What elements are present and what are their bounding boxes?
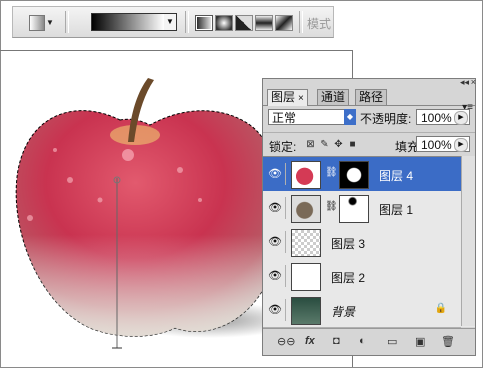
lock-all-icon[interactable]: ■ bbox=[347, 139, 358, 150]
layer-row[interactable]: 👁 背景 🔒 bbox=[263, 293, 461, 328]
blend-mode-value: 正常 bbox=[272, 111, 297, 125]
visibility-eye-icon[interactable]: 👁 bbox=[265, 265, 286, 287]
layer-row[interactable]: 👁 图层 2 bbox=[263, 259, 461, 294]
lock-pixels-icon[interactable]: ✎ bbox=[319, 139, 330, 150]
tab-layers[interactable]: 图层 × bbox=[267, 89, 308, 106]
panel-titlebar[interactable]: ◂◂ × bbox=[263, 77, 476, 89]
water-drop bbox=[122, 149, 134, 161]
tab-label: 通道 bbox=[321, 90, 346, 104]
tab-close-icon[interactable]: × bbox=[298, 93, 304, 104]
tab-label: 路径 bbox=[359, 90, 384, 104]
opacity-label: 不透明度: bbox=[360, 112, 412, 126]
blend-row: 正常 ◆ 不透明度: 100% ▶ bbox=[263, 106, 475, 128]
tab-paths[interactable]: 路径 bbox=[355, 89, 388, 105]
fill-value: 100% bbox=[421, 138, 452, 152]
lock-position-icon[interactable]: ✥ bbox=[333, 139, 344, 150]
water-drop bbox=[177, 167, 183, 173]
layer-thumbnail bbox=[291, 161, 321, 189]
delete-layer-icon[interactable]: 🗑 bbox=[441, 335, 455, 348]
opacity-value: 100% bbox=[421, 111, 452, 125]
layer-thumbnail bbox=[291, 229, 321, 257]
visibility-eye-icon[interactable]: 👁 bbox=[265, 163, 286, 185]
layer-name: 图层 3 bbox=[331, 237, 366, 251]
water-drop bbox=[67, 177, 73, 183]
layers-panel: ◂◂ × 图层 × 通道 路径 ▾≡ 正常 ◆ 不透明度: 100% ▶ 锁定: … bbox=[262, 77, 476, 356]
water-drop bbox=[53, 148, 57, 152]
select-arrow-icon[interactable]: ◆ bbox=[344, 109, 356, 125]
layers-list: 👁 ⛓ 图层 4 👁 ⛓ 图层 1 👁 图层 3 👁 图层 2 👁 背景 🔒 bbox=[263, 156, 475, 328]
lock-label: 锁定: bbox=[269, 140, 297, 154]
link-layers-icon[interactable]: ⊖⊖ bbox=[277, 335, 295, 348]
fill-field[interactable]: 100% ▶ bbox=[416, 136, 470, 152]
adjustment-layer-icon[interactable]: ◐ bbox=[359, 335, 366, 347]
fill-slider-icon[interactable]: ▶ bbox=[454, 138, 468, 152]
layer-name: 图层 4 bbox=[379, 169, 414, 183]
tab-label: 图层 bbox=[271, 90, 296, 104]
layer-thumbnail bbox=[291, 263, 321, 291]
layer-name: 背景 bbox=[331, 305, 356, 319]
link-chain-icon[interactable]: ⛓ bbox=[325, 167, 338, 181]
lock-icon: 🔒 bbox=[434, 303, 447, 314]
fx-icon[interactable]: fx bbox=[305, 335, 315, 347]
blend-mode-select[interactable]: 正常 ◆ bbox=[268, 109, 356, 125]
panel-footer: ⊖⊖ fx ◘ ◐ ▭ ▣ 🗑 bbox=[263, 328, 475, 355]
add-mask-icon[interactable]: ◘ bbox=[333, 335, 340, 347]
layers-scrollbar[interactable] bbox=[461, 156, 475, 326]
lock-row: 锁定: ⊠ ✎ ✥ ■ 填充: 100% ▶ bbox=[263, 132, 475, 154]
new-layer-icon[interactable]: ▣ bbox=[415, 335, 425, 348]
opacity-slider-icon[interactable]: ▶ bbox=[454, 111, 468, 125]
layer-mask-thumbnail[interactable] bbox=[339, 161, 369, 189]
collapse-icon[interactable]: ◂◂ bbox=[460, 77, 469, 88]
layer-thumbnail bbox=[291, 195, 321, 223]
layer-row[interactable]: 👁 ⛓ 图层 1 bbox=[263, 191, 461, 226]
lock-transparency-icon[interactable]: ⊠ bbox=[305, 139, 316, 150]
tab-channels[interactable]: 通道 bbox=[317, 89, 350, 105]
layer-name: 图层 1 bbox=[379, 203, 414, 217]
water-drop bbox=[97, 197, 103, 203]
panel-tabs: 图层 × 通道 路径 ▾≡ bbox=[263, 89, 475, 113]
layer-row[interactable]: 👁 ⛓ 图层 4 bbox=[263, 157, 461, 192]
water-drop bbox=[198, 198, 202, 202]
layer-row[interactable]: 👁 图层 3 bbox=[263, 225, 461, 260]
link-chain-icon[interactable]: ⛓ bbox=[325, 201, 338, 215]
opacity-field[interactable]: 100% ▶ bbox=[416, 109, 470, 125]
water-drop bbox=[27, 215, 33, 221]
visibility-eye-icon[interactable]: 👁 bbox=[265, 197, 286, 219]
visibility-eye-icon[interactable]: 👁 bbox=[265, 299, 286, 321]
layer-name: 图层 2 bbox=[331, 271, 366, 285]
layer-mask-thumbnail[interactable] bbox=[339, 195, 369, 223]
layer-thumbnail bbox=[291, 297, 321, 325]
close-icon[interactable]: × bbox=[471, 77, 476, 87]
visibility-eye-icon[interactable]: 👁 bbox=[265, 231, 286, 253]
new-group-icon[interactable]: ▭ bbox=[387, 335, 397, 348]
